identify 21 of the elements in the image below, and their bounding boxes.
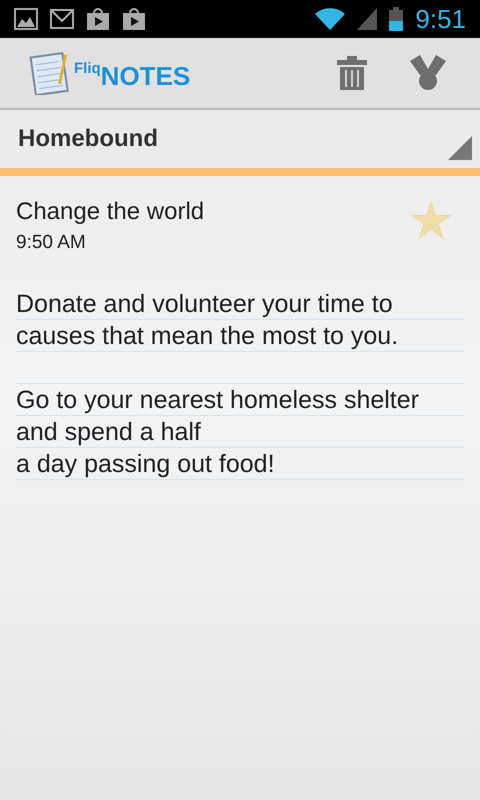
shopping-bag-icon xyxy=(86,7,110,31)
star-icon[interactable] xyxy=(410,200,452,240)
wifi-icon xyxy=(315,8,346,30)
picture-icon xyxy=(14,8,38,30)
trash-icon xyxy=(337,56,367,90)
app-logo-small-text: Fliq xyxy=(74,58,101,79)
signal-icon xyxy=(357,8,378,30)
shopping-bag-icon xyxy=(122,7,146,31)
note-text-line: and spend a half xyxy=(16,417,201,447)
clock-time: 9:51 xyxy=(415,6,466,32)
dropdown-corner-icon xyxy=(448,136,472,160)
battery-icon xyxy=(389,7,404,31)
note-text-line: causes that mean the most to you. xyxy=(16,321,398,351)
app-logo-text: NOTES xyxy=(100,63,190,89)
note-text-line: a day passing out food! xyxy=(16,449,275,479)
note-time: 9:50 AM xyxy=(16,232,87,254)
note-text-line: Donate and volunteer your time to xyxy=(16,289,393,319)
note-title: Change the world xyxy=(16,198,206,226)
medal-icon xyxy=(410,55,446,91)
mail-icon xyxy=(50,9,74,29)
note-text-line: Go to your nearest homeless shelter xyxy=(16,385,419,415)
